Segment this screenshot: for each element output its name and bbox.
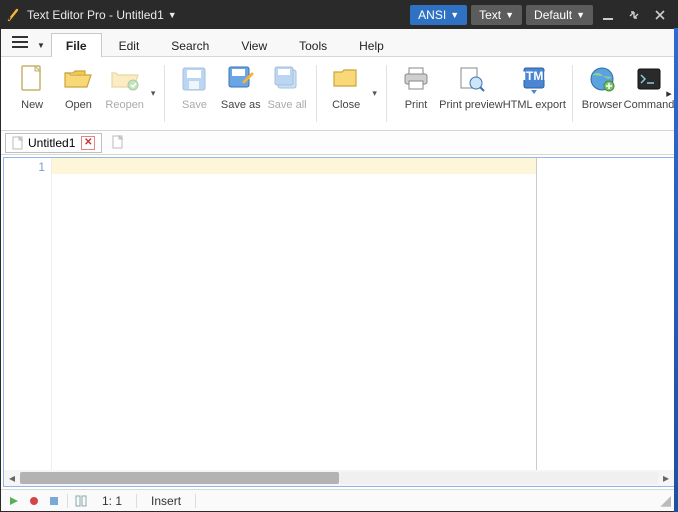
document-tab[interactable]: Untitled1 ✕	[5, 133, 102, 153]
theme-selector[interactable]: Default▼	[526, 5, 593, 25]
theme-label: Default	[534, 8, 572, 22]
cursor-position: 1: 1	[94, 494, 130, 508]
main-menu-dropdown-icon[interactable]: ▼	[37, 41, 45, 50]
title-bar: Text Editor Pro - Untitled1 ▼ ANSI▼ Text…	[1, 1, 677, 29]
app-icon	[7, 8, 21, 22]
horizontal-scrollbar[interactable]: ◂ ▸	[4, 470, 674, 486]
scroll-thumb[interactable]	[20, 472, 339, 484]
menu-tab-search[interactable]: Search	[156, 33, 224, 57]
ribbon-separator	[164, 65, 165, 122]
ribbon-browser[interactable]: Browser	[579, 59, 625, 128]
svg-text:HTML: HTML	[519, 69, 549, 83]
menu-tab-view[interactable]: View	[226, 33, 282, 57]
filetype-selector[interactable]: Text▼	[471, 5, 522, 25]
document-tab-close-icon[interactable]: ✕	[81, 136, 95, 150]
line-number-gutter: 1	[4, 158, 52, 470]
ribbon-separator	[316, 65, 317, 122]
menu-bar: ▼ File Edit Search View Tools Help	[1, 29, 677, 57]
ribbon-reopen[interactable]: Reopen	[102, 59, 148, 128]
main-menu-button[interactable]	[7, 31, 33, 53]
insert-mode[interactable]: Insert	[143, 494, 189, 508]
ribbon-print[interactable]: Print	[393, 59, 439, 128]
ribbon-print-preview[interactable]: Print preview	[439, 59, 503, 128]
menu-tab-help[interactable]: Help	[344, 33, 399, 57]
ribbon-open[interactable]: Open	[55, 59, 101, 128]
position-icon	[74, 494, 88, 508]
ribbon-separator	[386, 65, 387, 122]
document-tab-bar: Untitled1 ✕	[1, 131, 677, 155]
ribbon-reopen-dropdown[interactable]: ▾	[148, 59, 159, 128]
ribbon-save-as[interactable]: Save as	[218, 59, 264, 128]
menu-tab-tools[interactable]: Tools	[284, 33, 342, 57]
save-icon	[178, 63, 210, 95]
ribbon-new[interactable]: New	[9, 59, 55, 128]
macro-play-icon[interactable]	[7, 494, 21, 508]
new-document-icon	[16, 63, 48, 95]
ribbon-html-export[interactable]: HTML HTML export	[503, 59, 566, 128]
title-document: Untitled1	[116, 8, 163, 22]
title-dropdown-icon[interactable]: ▼	[168, 10, 177, 20]
new-document-tab-button[interactable]	[112, 135, 126, 151]
ribbon-close[interactable]: Close	[323, 59, 369, 128]
print-preview-icon	[455, 63, 487, 95]
save-as-icon	[225, 63, 257, 95]
ribbon-save: Save	[171, 59, 217, 128]
printer-icon	[400, 63, 432, 95]
window-right-edge	[674, 28, 678, 512]
line-number: 1	[4, 160, 45, 174]
close-button[interactable]	[649, 5, 671, 25]
document-tab-label: Untitled1	[28, 136, 75, 150]
macro-stop-icon[interactable]	[47, 494, 61, 508]
filetype-label: Text	[479, 8, 501, 22]
folder-open-icon	[62, 63, 94, 95]
document-icon	[12, 136, 24, 150]
minimize-button[interactable]	[597, 5, 619, 25]
editor-pane: 1 ◂ ▸	[3, 157, 675, 487]
menu-tab-file[interactable]: File	[51, 33, 102, 57]
save-all-icon	[271, 63, 303, 95]
ribbon-save-all: Save all	[264, 59, 310, 128]
ribbon-close-dropdown[interactable]: ▾	[369, 59, 380, 128]
scroll-right-button[interactable]: ▸	[658, 470, 674, 486]
scroll-track[interactable]	[20, 472, 658, 484]
macro-record-icon[interactable]	[27, 494, 41, 508]
folder-reopen-icon	[109, 63, 141, 95]
app-title: Text Editor Pro - Untitled1	[27, 8, 164, 22]
ribbon-toolbar: New Open Reopen ▾ Save Save as Save all …	[1, 57, 677, 131]
resize-grip[interactable]: ◢	[660, 492, 671, 509]
globe-icon	[586, 63, 618, 95]
title-separator: -	[106, 8, 117, 22]
terminal-icon	[633, 63, 665, 95]
editor-body[interactable]: 1	[4, 158, 674, 470]
encoding-selector[interactable]: ANSI▼	[410, 5, 467, 25]
folder-close-icon	[330, 63, 362, 95]
html-export-icon: HTML	[518, 63, 550, 95]
app-name-text: Text Editor Pro	[27, 8, 106, 22]
text-area[interactable]	[52, 158, 536, 470]
status-bar: 1: 1 Insert ◢	[1, 489, 677, 511]
scroll-left-button[interactable]: ◂	[4, 470, 20, 486]
right-margin	[536, 158, 674, 470]
maximize-button[interactable]	[623, 5, 645, 25]
menu-tab-edit[interactable]: Edit	[104, 33, 155, 57]
ribbon-separator	[572, 65, 573, 122]
encoding-label: ANSI	[418, 8, 446, 22]
